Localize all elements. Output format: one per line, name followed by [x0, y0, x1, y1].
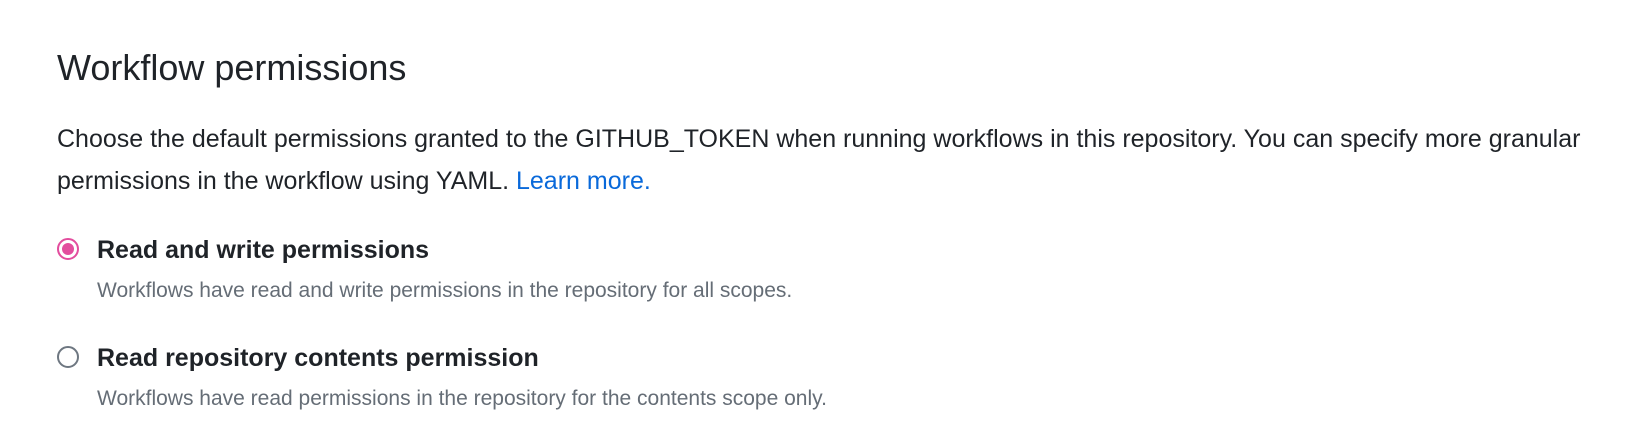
- description-text: Choose the default permissions granted t…: [57, 125, 1581, 195]
- option-read-write[interactable]: Read and write permissions Workflows hav…: [57, 232, 1557, 312]
- radio-read-contents[interactable]: [57, 346, 79, 368]
- option-read-write-label[interactable]: Read and write permissions: [97, 232, 429, 268]
- learn-more-link[interactable]: Learn more.: [516, 167, 651, 195]
- section-description: Choose the default permissions granted t…: [57, 118, 1627, 202]
- workflow-permissions-section: Workflow permissions Choose the default …: [0, 0, 1640, 446]
- option-read-write-description: Workflows have read and write permission…: [97, 279, 793, 302]
- option-read-contents-label[interactable]: Read repository contents permission: [97, 340, 539, 376]
- option-read-contents[interactable]: Read repository contents permission Work…: [57, 340, 1557, 420]
- section-title: Workflow permissions: [57, 47, 407, 88]
- radio-read-write[interactable]: [57, 238, 79, 260]
- option-read-contents-description: Workflows have read permissions in the r…: [97, 387, 827, 410]
